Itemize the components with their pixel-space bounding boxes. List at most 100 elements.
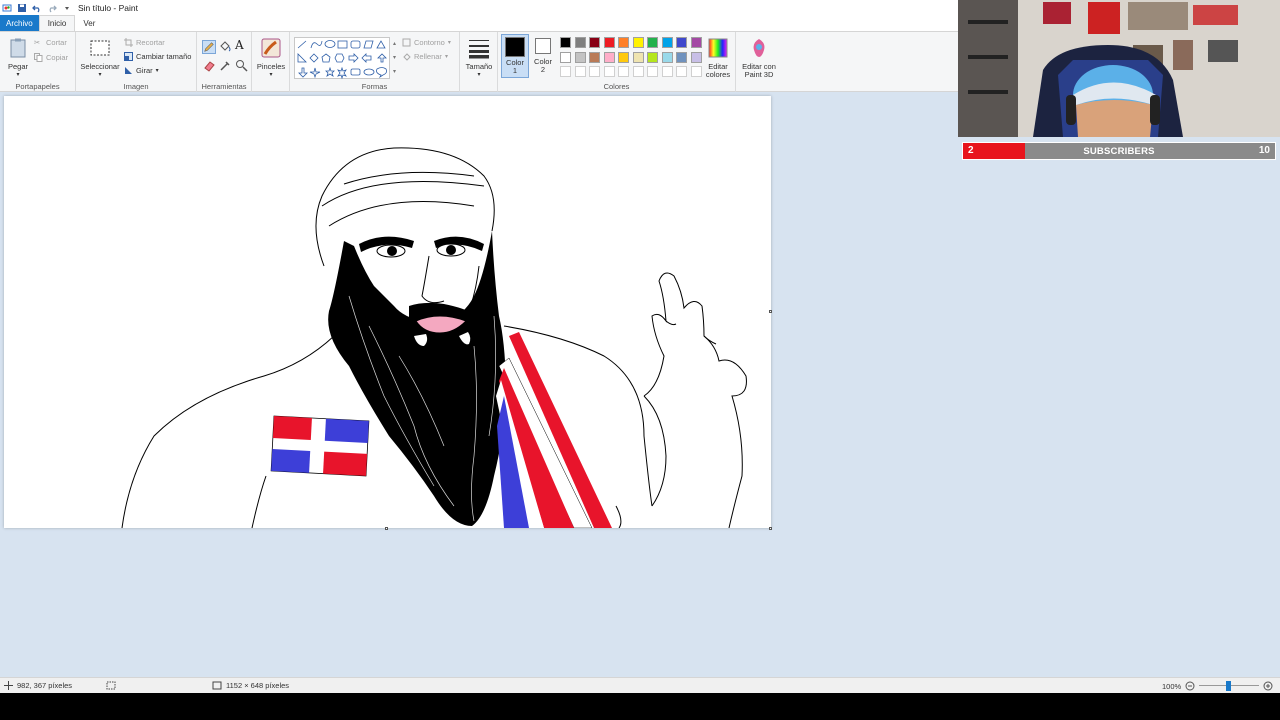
- drawing-canvas[interactable]: [4, 96, 771, 529]
- palette-swatch[interactable]: [560, 51, 571, 63]
- palette-swatch[interactable]: [632, 51, 644, 63]
- size-button[interactable]: Tamaño ▾: [463, 37, 495, 79]
- rotate-dropdown-icon: ▾: [155, 68, 159, 74]
- shapes-scroll[interactable]: ▴ ▾ ▾: [391, 37, 398, 79]
- palette-swatch[interactable]: [603, 66, 615, 77]
- palette-swatch[interactable]: [618, 51, 629, 63]
- palette-swatch[interactable]: [560, 37, 571, 48]
- text-tool-icon[interactable]: A: [235, 38, 244, 52]
- palette-swatch[interactable]: [647, 51, 658, 63]
- window-title: Sin título - Paint: [78, 2, 139, 13]
- edit-colors-button[interactable]: Editar colores: [702, 37, 734, 79]
- palette-swatch[interactable]: [589, 51, 600, 63]
- palette-swatch[interactable]: [676, 66, 687, 77]
- pencil-icon[interactable]: [202, 40, 216, 54]
- palette-swatch[interactable]: [676, 37, 687, 48]
- rotate-button[interactable]: Girar ▾: [124, 66, 159, 75]
- palette-swatch[interactable]: [647, 37, 658, 48]
- quick-access-toolbar: [2, 3, 72, 13]
- outline-button[interactable]: Contorno ▾: [402, 38, 451, 47]
- group-label-imagen: Imagen: [123, 82, 149, 91]
- paint-app-icon: [2, 4, 12, 11]
- paste-dropdown-icon: ▾: [16, 72, 20, 78]
- palette-swatch[interactable]: [603, 51, 615, 63]
- tab-archivo[interactable]: Archivo: [0, 15, 39, 31]
- save-icon[interactable]: [17, 3, 27, 13]
- group-colores: Color 1 Color 2 Editar colores Colores: [498, 32, 736, 92]
- palette-swatch[interactable]: [603, 37, 615, 48]
- palette-swatch[interactable]: [661, 51, 673, 63]
- zoom-out-icon[interactable]: [1185, 681, 1195, 691]
- subscriber-label: SUBSCRIBERS: [1083, 146, 1155, 157]
- paint3d-icon: [753, 39, 765, 57]
- eraser-icon[interactable]: [203, 59, 216, 72]
- palette-swatch[interactable]: [618, 37, 629, 48]
- palette-swatch[interactable]: [676, 51, 687, 63]
- redo-icon[interactable]: [47, 3, 57, 13]
- palette-swatch[interactable]: [632, 37, 644, 48]
- zoom-thumb[interactable]: [1226, 681, 1232, 691]
- tab-ver[interactable]: Ver: [75, 15, 103, 31]
- brushes-button[interactable]: Pinceles ▾: [255, 37, 287, 79]
- customize-qat-icon[interactable]: [62, 3, 72, 13]
- select-label: Seleccionar: [80, 62, 120, 71]
- palette-swatch[interactable]: [589, 66, 600, 77]
- paste-button[interactable]: Pegar ▾: [5, 37, 31, 79]
- palette-swatch[interactable]: [647, 66, 658, 77]
- group-portapapeles: Pegar ▾ ✂ Cortar Copiar Portapapeles: [0, 32, 76, 92]
- resize-handle-right[interactable]: [769, 310, 772, 313]
- palette-swatch[interactable]: [574, 51, 586, 63]
- resize-button[interactable]: Cambiar tamaño: [124, 52, 191, 61]
- edit-paint3d-button[interactable]: Editar con Paint 3D: [738, 37, 780, 79]
- fill-icon: [403, 53, 411, 61]
- magnifier-icon[interactable]: [235, 59, 248, 72]
- brushes-label: Pinceles: [256, 62, 286, 71]
- tab-inicio[interactable]: Inicio: [38, 15, 76, 31]
- status-bar: 982, 367 píxeles 1152 × 648 píxeles 100%: [0, 677, 1280, 693]
- ribbon-tabs: Archivo Inicio Ver: [0, 15, 958, 31]
- color-palette: [560, 37, 702, 79]
- select-dropdown-icon: ▾: [98, 72, 102, 78]
- fill-label: Rellenar: [414, 52, 442, 61]
- undo-icon[interactable]: [32, 3, 42, 13]
- resize-handle-corner[interactable]: [769, 527, 772, 530]
- copy-label: Copiar: [46, 53, 69, 62]
- zoom-slider[interactable]: [1199, 681, 1260, 691]
- select-button[interactable]: Seleccionar ▾: [79, 37, 121, 79]
- fill-bucket-icon[interactable]: [219, 40, 232, 53]
- cursor-position: 982, 367 píxeles: [4, 681, 72, 690]
- palette-swatch[interactable]: [618, 66, 629, 77]
- cut-button[interactable]: ✂ Cortar: [34, 38, 67, 47]
- palette-swatch[interactable]: [574, 66, 586, 77]
- palette-swatch[interactable]: [589, 37, 600, 48]
- workspace: [0, 92, 1280, 677]
- palette-swatch[interactable]: [690, 37, 702, 48]
- resize-handle-bottom[interactable]: [385, 527, 388, 530]
- drawing-artwork: [121, 147, 747, 529]
- group-herramientas: A Herramientas: [197, 32, 252, 92]
- palette-swatch[interactable]: [560, 66, 571, 77]
- group-tamano: Tamaño ▾: [460, 32, 498, 92]
- zoom-in-icon[interactable]: [1263, 681, 1273, 691]
- color1-button[interactable]: Color 1: [501, 34, 529, 78]
- palette-swatch[interactable]: [632, 66, 644, 77]
- shapes-gallery[interactable]: [294, 37, 390, 80]
- palette-swatch[interactable]: [690, 51, 702, 63]
- palette-swatch[interactable]: [690, 66, 702, 77]
- color2-button[interactable]: Color 2: [532, 36, 554, 74]
- palette-swatch[interactable]: [574, 37, 586, 48]
- color-picker-icon[interactable]: [219, 59, 232, 72]
- fill-button[interactable]: Rellenar ▾: [402, 52, 448, 61]
- cursor-position-icon: [4, 681, 13, 690]
- group-paint3d: Editar con Paint 3D: [736, 32, 780, 92]
- scissors-icon: ✂: [34, 38, 41, 47]
- palette-swatch[interactable]: [661, 66, 673, 77]
- palette-swatch[interactable]: [661, 37, 673, 48]
- paste-label: Pegar: [7, 62, 28, 71]
- color2-num: 2: [540, 65, 546, 74]
- color1-num: 1: [512, 66, 518, 75]
- zoom-level: 100%: [1162, 681, 1182, 691]
- copy-button[interactable]: Copiar: [34, 53, 68, 62]
- subscriber-goal-bar: 2 SUBSCRIBERS 10: [962, 142, 1276, 160]
- crop-button[interactable]: Recortar: [124, 38, 165, 47]
